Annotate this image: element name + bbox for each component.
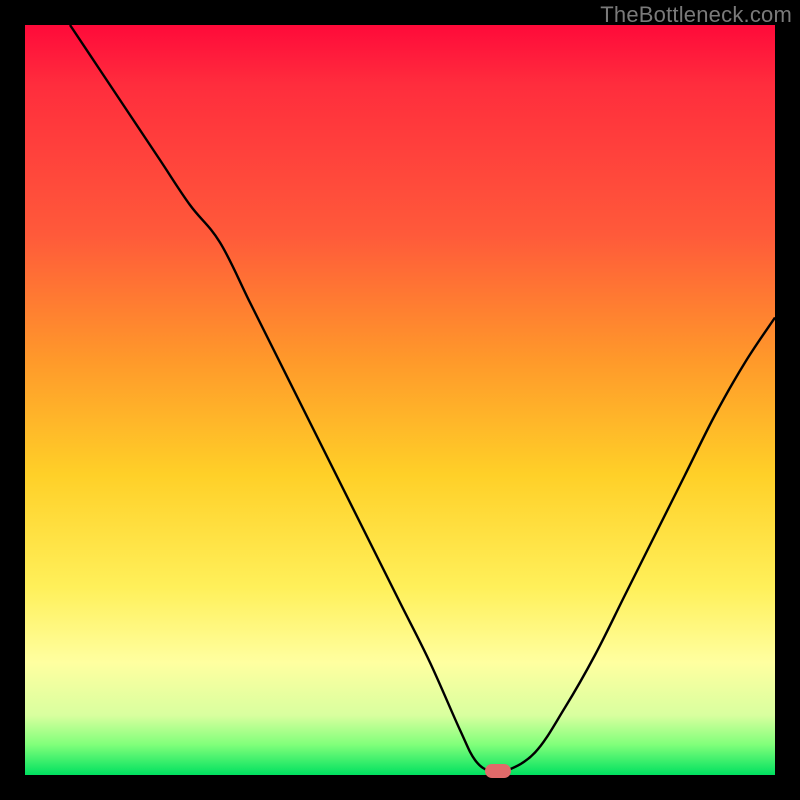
curve-path bbox=[70, 25, 775, 773]
optimal-marker bbox=[485, 764, 511, 778]
plot-area bbox=[25, 25, 775, 775]
bottleneck-curve bbox=[25, 25, 775, 775]
chart-frame: TheBottleneck.com bbox=[0, 0, 800, 800]
